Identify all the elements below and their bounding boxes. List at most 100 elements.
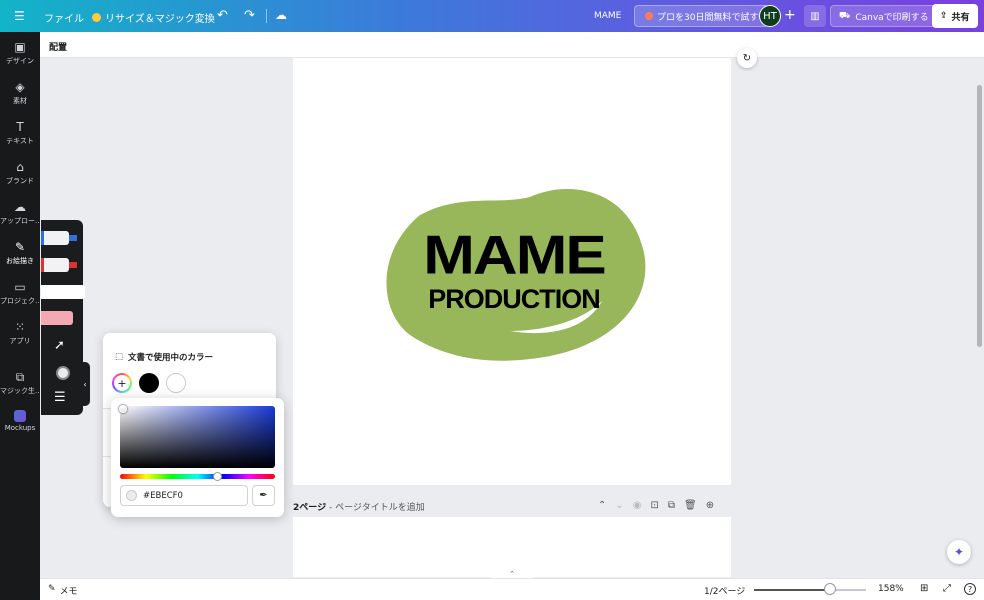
duplicate-icon[interactable]: ⧉ xyxy=(668,500,675,511)
context-toolbar: 配置 xyxy=(40,32,984,58)
sidebar-item-label: デザイン xyxy=(6,57,34,65)
sidebar-item-design[interactable]: ▣ デザイン xyxy=(0,40,40,76)
brand-icon: ⌂ xyxy=(16,160,24,174)
menu-icon[interactable]: ☰ xyxy=(14,9,25,23)
truck-icon: ⛟ xyxy=(839,10,851,21)
add-page-icon[interactable]: ⊕ xyxy=(706,500,714,511)
add-color-button[interactable]: + xyxy=(112,373,132,393)
design-icon: ▣ xyxy=(14,40,26,54)
draw-toolbar: ➚ ☰ xyxy=(41,220,85,415)
crown-icon xyxy=(645,12,653,20)
share-icon: ⇪ xyxy=(940,11,948,21)
notes-label: メモ xyxy=(59,587,78,597)
current-color-swatch[interactable] xyxy=(56,366,70,380)
hue-slider-knob[interactable] xyxy=(213,472,222,481)
cloud-save-icon[interactable]: ☁ xyxy=(275,8,287,22)
top-bar: ☰ ファイル リサイズ＆マジック変換 ↶ ↷ ☁ MAME プロを30日間無料で… xyxy=(0,0,984,32)
bottom-bar: ✎ メモ 1/2ページ 158% ⊞ ⤢ ? xyxy=(40,578,984,600)
eyedropper-icon[interactable]: ✒ xyxy=(252,485,275,506)
zoom-slider-knob[interactable] xyxy=(824,583,837,595)
eraser-body xyxy=(41,311,73,325)
rotate-icon[interactable]: ↻ xyxy=(737,48,757,68)
document-colors-title: 文書で使用中のカラー xyxy=(128,353,214,363)
elements-icon: ◈ xyxy=(15,80,25,94)
select-cursor-icon[interactable]: ➚ xyxy=(54,338,65,353)
highlighter-body xyxy=(41,285,85,299)
notes-icon: ✎ xyxy=(48,584,56,594)
trial-label: プロを30日間無料で試す xyxy=(657,12,759,23)
lock-icon[interactable]: ⊡ xyxy=(651,500,659,511)
text-icon: T xyxy=(16,120,24,134)
add-collaborator-icon[interactable]: + xyxy=(784,7,796,23)
help-icon[interactable]: ? xyxy=(964,583,976,595)
document-title[interactable]: MAME xyxy=(594,11,621,21)
vertical-scrollbar[interactable] xyxy=(977,85,982,347)
sidebar-item-label: マジック生... xyxy=(0,387,40,395)
resize-magic-button[interactable]: リサイズ＆マジック変換 xyxy=(92,10,215,25)
pen-body xyxy=(41,231,69,245)
page-counter[interactable]: 1/2ページ xyxy=(704,584,745,597)
sidebar-item-draw[interactable]: ✎ お絵描き xyxy=(0,240,40,276)
chevron-up-icon[interactable]: ⌃ xyxy=(598,500,606,511)
draw-icon: ✎ xyxy=(14,240,26,254)
sidebar-item-label: アプリ xyxy=(9,337,31,345)
hex-input[interactable]: #EBECF0 xyxy=(120,485,248,506)
sidebar-item-text[interactable]: T テキスト xyxy=(0,120,40,156)
trash-icon[interactable]: 🗑 xyxy=(684,500,697,511)
print-label: Canvaで印刷する xyxy=(855,12,929,23)
sidebar-item-label: プロジェク... xyxy=(0,297,40,305)
fullscreen-icon[interactable]: ⤢ xyxy=(943,583,951,594)
print-button[interactable]: ⛟ Canvaで印刷する xyxy=(830,5,938,27)
color-swatch-white[interactable] xyxy=(166,373,186,393)
logo-title: MAME xyxy=(423,225,606,286)
grid-view-icon[interactable]: ⊞ xyxy=(920,583,928,594)
file-menu-button[interactable]: ファイル xyxy=(44,10,84,25)
upload-icon: ☁ xyxy=(14,200,26,214)
notes-button[interactable]: ✎ メモ xyxy=(48,584,78,597)
projects-icon: ▭ xyxy=(14,280,26,294)
sidebar-item-magic-media[interactable]: ⧉ マジック生... xyxy=(0,370,40,406)
sidebar-item-upload[interactable]: ☁ アップロー... xyxy=(0,200,40,236)
saturation-handle[interactable] xyxy=(119,405,127,413)
hex-preview-swatch xyxy=(126,490,137,501)
collapse-toolbar-icon[interactable]: ‹ xyxy=(80,362,90,406)
magic-sparkle-icon[interactable]: ✦ xyxy=(947,540,971,564)
eye-icon[interactable]: ◉ xyxy=(633,500,642,511)
color-picker: #EBECF0 ✒ xyxy=(111,398,284,517)
sidebar-item-label: 素材 xyxy=(13,97,27,105)
chevron-down-icon[interactable]: ⌄ xyxy=(615,500,623,511)
undo-icon[interactable]: ↶ xyxy=(217,8,228,23)
share-button[interactable]: ⇪ 共有 xyxy=(932,4,978,28)
sidebar-item-projects[interactable]: ▭ プロジェク... xyxy=(0,280,40,316)
sidebar-item-brand[interactable]: ⌂ ブランド xyxy=(0,160,40,196)
analytics-icon[interactable]: ▥ xyxy=(804,5,826,27)
zoom-slider[interactable] xyxy=(754,589,866,591)
sidebar-item-label: テキスト xyxy=(6,137,34,145)
hex-value: #EBECF0 xyxy=(143,490,183,501)
pro-trial-button[interactable]: プロを30日間無料で試す xyxy=(634,5,770,27)
redo-icon[interactable]: ↷ xyxy=(244,8,255,23)
saturation-brightness-area[interactable] xyxy=(120,406,275,468)
sidebar-item-mockups[interactable]: Mockups xyxy=(0,410,40,446)
mockups-icon xyxy=(14,410,26,422)
stroke-weight-icon[interactable]: ☰ xyxy=(54,390,66,405)
page-2-number: 2ページ xyxy=(293,503,327,513)
page-2-title[interactable]: 2ページ - ページタイトルを追加 xyxy=(293,500,425,513)
hue-slider[interactable] xyxy=(120,474,275,479)
palette-icon: ⬚ xyxy=(115,352,124,362)
pen-band xyxy=(41,231,44,245)
sidebar-item-label: Mockups xyxy=(4,424,36,432)
sidebar-item-elements[interactable]: ◈ 素材 xyxy=(0,80,40,116)
marker-tip-red xyxy=(69,262,77,268)
avatar[interactable]: HT xyxy=(759,5,781,27)
sidebar-item-apps[interactable]: ⁙ アプリ xyxy=(0,320,40,356)
logo-graphic[interactable]: MAME PRODUCTION xyxy=(380,183,648,363)
color-swatch-black[interactable] xyxy=(139,373,159,393)
zoom-level[interactable]: 158% xyxy=(878,584,904,594)
apps-icon: ⁙ xyxy=(14,320,26,334)
canvas-page-2[interactable] xyxy=(293,517,731,577)
divider xyxy=(266,9,267,23)
sidebar: ▣ デザイン ◈ 素材 T テキスト ⌂ ブランド ☁ アップロー... ✎ お… xyxy=(0,32,40,600)
position-button[interactable]: 配置 xyxy=(49,40,67,53)
share-label: 共有 xyxy=(951,12,970,23)
